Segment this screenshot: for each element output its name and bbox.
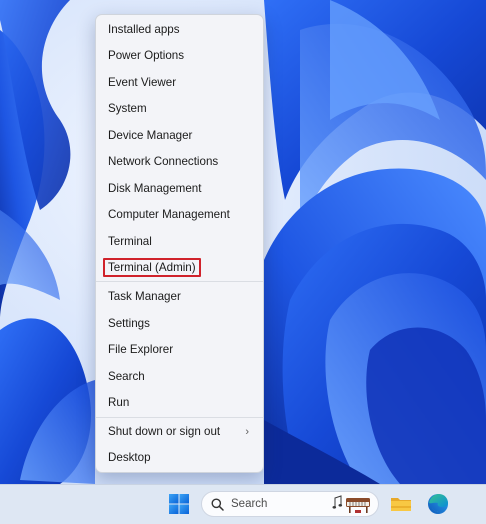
menu-item-label: System xyxy=(108,102,147,115)
chevron-right-icon: › xyxy=(245,426,249,438)
menu-item-label: Network Connections xyxy=(108,155,219,168)
menu-item-desktop[interactable]: Desktop xyxy=(100,446,259,470)
menu-item-label: Disk Management xyxy=(108,182,202,195)
menu-item-disk-management[interactable]: Disk Management xyxy=(100,177,259,201)
menu-item-run[interactable]: Run xyxy=(100,391,259,415)
menu-item-terminal-admin[interactable]: Terminal (Admin) xyxy=(100,256,259,280)
menu-item-label: Installed apps xyxy=(108,23,180,36)
taskbar: Search xyxy=(0,484,486,524)
menu-item-file-explorer[interactable]: File Explorer xyxy=(100,338,259,362)
search-icon xyxy=(211,498,224,511)
menu-item-label: Settings xyxy=(108,317,150,330)
menu-item-label: File Explorer xyxy=(108,343,174,356)
menu-item-label: Terminal xyxy=(108,235,152,248)
menu-item-shut-down-or-sign-out[interactable]: Shut down or sign out › xyxy=(100,420,259,444)
file-explorer-icon xyxy=(391,498,411,511)
menu-item-label: Task Manager xyxy=(108,290,181,303)
menu-item-computer-management[interactable]: Computer Management xyxy=(100,203,259,227)
menu-item-device-manager[interactable]: Device Manager xyxy=(100,124,259,148)
file-explorer-button[interactable] xyxy=(389,492,413,516)
menu-item-label: Event Viewer xyxy=(108,76,177,89)
edge-icon xyxy=(428,494,448,514)
menu-item-label: Power Options xyxy=(108,49,185,62)
taskbar-search-box[interactable]: Search xyxy=(201,491,379,517)
menu-item-event-viewer[interactable]: Event Viewer xyxy=(100,71,259,95)
menu-separator xyxy=(96,417,263,418)
start-button[interactable] xyxy=(168,493,190,515)
menu-item-label: Terminal (Admin) xyxy=(103,258,201,277)
menu-item-label: Device Manager xyxy=(108,129,193,142)
menu-item-label: Shut down or sign out xyxy=(108,425,221,438)
menu-item-settings[interactable]: Settings xyxy=(100,312,259,336)
menu-separator xyxy=(96,281,263,282)
menu-item-terminal[interactable]: Terminal xyxy=(100,230,259,254)
menu-item-label: Computer Management xyxy=(108,208,230,221)
menu-item-system[interactable]: System xyxy=(100,97,259,121)
quick-link-menu: Installed apps Power Options Event Viewe… xyxy=(95,14,264,473)
menu-item-power-options[interactable]: Power Options xyxy=(100,44,259,68)
edge-browser-button[interactable] xyxy=(426,492,450,516)
menu-item-task-manager[interactable]: Task Manager xyxy=(100,285,259,309)
menu-item-installed-apps[interactable]: Installed apps xyxy=(100,18,259,42)
menu-item-search[interactable]: Search xyxy=(100,365,259,389)
search-highlight-piano-icon xyxy=(332,495,370,513)
menu-item-network-connections[interactable]: Network Connections xyxy=(100,150,259,174)
search-placeholder: Search xyxy=(231,498,268,510)
menu-item-label: Run xyxy=(108,396,130,409)
menu-item-label: Search xyxy=(108,370,145,383)
menu-item-label: Desktop xyxy=(108,451,151,464)
windows-logo-icon xyxy=(169,494,189,514)
